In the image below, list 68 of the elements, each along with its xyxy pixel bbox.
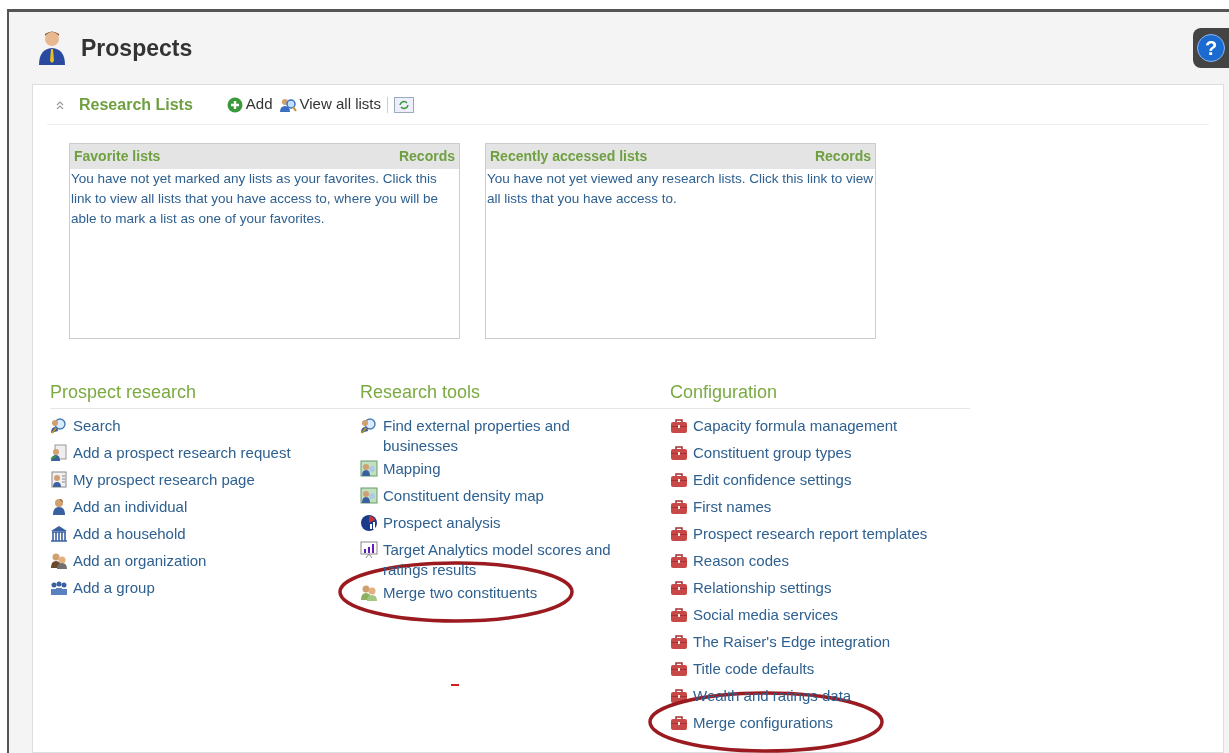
task-link[interactable]: Prospect analysis xyxy=(383,513,633,533)
collapse-toggle-icon[interactable] xyxy=(55,99,65,110)
toolbox-icon xyxy=(670,660,688,678)
person-page-icon xyxy=(50,471,68,489)
task-link[interactable]: Add an individual xyxy=(73,497,323,517)
task-link[interactable]: Add a group xyxy=(73,578,323,598)
toolbox-icon xyxy=(670,714,688,732)
toolbox-icon xyxy=(670,525,688,543)
task-link[interactable]: Constituent group types xyxy=(693,443,943,463)
section-heading: Configuration xyxy=(670,379,970,409)
task-link[interactable]: Title code defaults xyxy=(693,659,943,679)
page-title: Prospects xyxy=(81,33,193,63)
task-link[interactable]: Capacity formula management xyxy=(693,416,943,436)
task-link[interactable]: First names xyxy=(693,497,943,517)
toolbox-icon xyxy=(670,579,688,597)
task-link[interactable]: Mapping xyxy=(383,459,633,479)
column-header: Records xyxy=(398,147,455,166)
task-link[interactable]: Prospect research report templates xyxy=(693,524,943,544)
task-link[interactable]: Reason codes xyxy=(693,551,943,571)
task-link[interactable]: The Raiser's Edge integration xyxy=(693,632,943,652)
toolbox-icon xyxy=(670,552,688,570)
task-link[interactable]: Merge configurations xyxy=(693,713,943,733)
column-header: Favorite lists xyxy=(74,147,161,166)
task-link[interactable]: Add a prospect research request xyxy=(73,443,323,463)
toolbox-icon xyxy=(670,606,688,624)
person-document-icon xyxy=(50,444,68,462)
map-people-icon xyxy=(360,487,378,505)
empty-list-message[interactable]: You have not yet marked any lists as your favorites. Click this link to view all lists that you have access to, where you will be able to mark a list as one of your favorites. xyxy=(70,169,459,229)
task-link[interactable]: Relationship settings xyxy=(693,578,943,598)
toolbox-icon xyxy=(670,633,688,651)
task-link[interactable]: Social media services xyxy=(693,605,943,625)
magnifier-person-icon xyxy=(360,417,378,435)
section-heading: Prospect research xyxy=(50,379,360,409)
section-title: Research Lists xyxy=(79,94,193,115)
column-header: Recently accessed lists xyxy=(490,147,648,166)
magnifier-person-icon xyxy=(50,417,68,435)
refresh-button[interactable] xyxy=(393,96,414,113)
map-people-icon xyxy=(360,460,378,478)
task-link[interactable]: My prospect research page xyxy=(73,470,323,490)
toolbox-icon xyxy=(670,471,688,489)
globe-chart-icon xyxy=(360,514,378,532)
task-link[interactable]: Add a household xyxy=(73,524,323,544)
toolbox-icon xyxy=(670,687,688,705)
task-link[interactable]: Add an organization xyxy=(73,551,323,571)
section-heading: Research tools xyxy=(360,379,670,409)
column-header: Records xyxy=(814,147,871,166)
two-people-icon xyxy=(50,552,68,570)
view-all-lists-button[interactable]: View all lists xyxy=(278,93,381,116)
task-link[interactable]: Merge two constituents xyxy=(383,583,633,603)
task-link[interactable]: Search xyxy=(73,416,323,436)
group-icon xyxy=(50,579,68,597)
two-people-icon xyxy=(360,584,378,602)
add-button[interactable]: Add xyxy=(226,93,273,116)
toolbox-icon xyxy=(670,444,688,462)
empty-list-message[interactable]: You have not yet viewed any research lists. Click this link to view all lists that you have access to. xyxy=(486,169,875,209)
bar-chart-icon xyxy=(360,541,378,559)
plus-circle-icon xyxy=(226,96,243,113)
toolbox-icon xyxy=(670,498,688,516)
toolbox-icon xyxy=(670,417,688,435)
building-icon xyxy=(50,525,68,543)
person-magnifier-icon xyxy=(278,96,297,113)
person-icon xyxy=(37,29,67,67)
dash-mark xyxy=(451,684,459,686)
task-link[interactable]: Edit confidence settings xyxy=(693,470,943,490)
person-icon xyxy=(50,498,68,516)
task-link[interactable]: Find external properties and businesses xyxy=(383,416,633,456)
help-button[interactable]: ? xyxy=(1193,28,1229,68)
task-link[interactable]: Constituent density map xyxy=(383,486,633,506)
